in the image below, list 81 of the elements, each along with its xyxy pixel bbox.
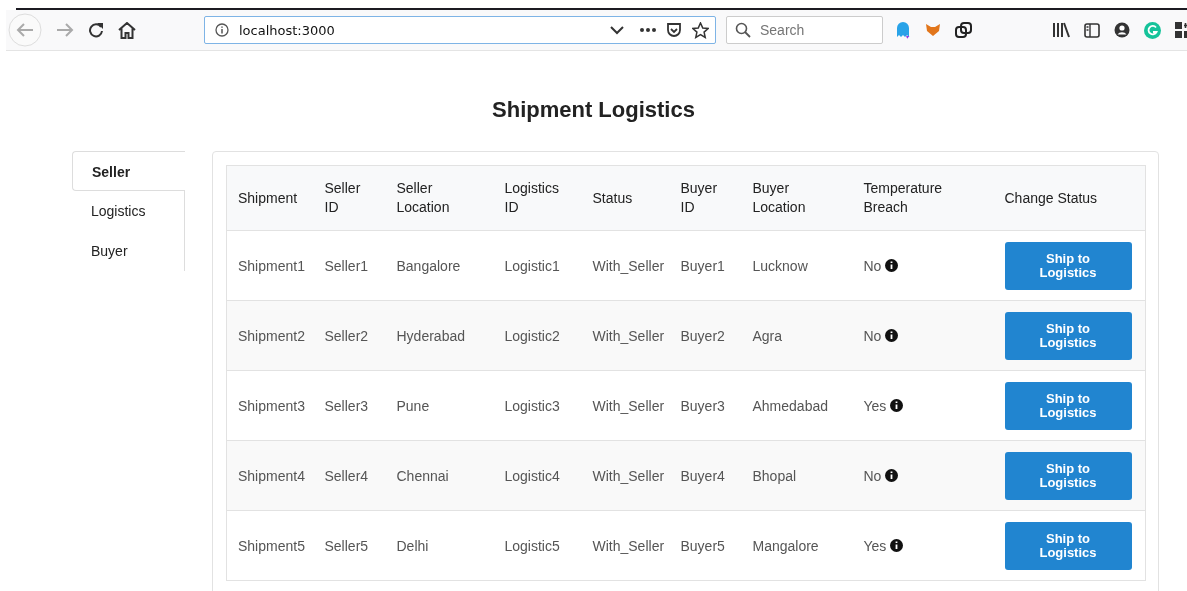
table-cell: Mangalore [752,537,819,554]
sidebar-icon[interactable] [1084,22,1100,38]
column-header: Seller ID [324,180,361,215]
column-header: Buyer ID [680,180,718,215]
apps-icon[interactable] [1175,21,1187,39]
address-bar[interactable]: localhost:3000 [204,16,716,44]
fox-icon[interactable] [925,23,941,37]
page-title: Shipment Logistics [491,97,696,123]
table-cell: Yes [863,397,887,414]
table-cell: No [863,467,882,484]
pocket-icon[interactable] [666,22,682,38]
column-header: Change Status [1004,189,1098,206]
table-cell: Bangalore [396,257,461,274]
chevron-down-icon[interactable] [610,25,624,35]
library-icon[interactable] [1052,22,1070,38]
table-cell: With_Seller [592,537,665,554]
table-cell: Logistic2 [504,327,560,344]
ship-button[interactable]: Ship to Logistics [1004,241,1132,290]
reload-icon[interactable] [88,22,104,38]
table-cell: Ahmedabad [752,397,828,414]
table-cell: Shipment5 [238,537,305,554]
table-cell: Seller2 [324,327,369,344]
table-cell: Delhi [396,537,429,554]
table-cell: Seller5 [324,537,369,554]
ship-button[interactable]: Ship to Logistics [1004,521,1132,570]
table-cell: With_Seller [592,257,665,274]
table-cell: Logistic4 [504,467,560,484]
table-cell: With_Seller [592,467,665,484]
table-cell: Shipment2 [238,327,305,344]
info-icon[interactable] [890,538,904,552]
sidebar-tab[interactable]: Seller [72,151,185,191]
sidebar-tab[interactable]: Buyer [72,231,184,271]
link-icon[interactable] [955,22,973,38]
table-cell: Buyer4 [680,467,725,484]
column-header: Temperature Breach [863,180,943,215]
table-cell: Logistic3 [504,397,560,414]
table-cell: No [863,257,882,274]
table-cell: Chennai [396,467,449,484]
table-cell: Logistic5 [504,537,560,554]
table-cell: Buyer3 [680,397,725,414]
table-cell: Seller3 [324,397,369,414]
table-cell: Agra [752,327,783,344]
column-header: Buyer Location [752,180,806,215]
table-cell: Buyer2 [680,327,725,344]
ship-button[interactable]: Ship to Logistics [1004,451,1132,500]
more-icon[interactable] [640,28,656,32]
ship-button[interactable]: Ship to Logistics [1004,311,1132,360]
star-icon[interactable] [692,21,709,39]
table-cell: Logistic1 [504,257,560,274]
column-header: Seller Location [396,180,450,215]
table-cell: Yes [863,537,887,554]
table-cell: Bhopal [752,467,797,484]
info-icon[interactable] [885,468,899,482]
table-cell: Shipment4 [238,467,305,484]
table-cell: Shipment1 [238,257,305,274]
table-cell: Seller1 [324,257,369,274]
column-header: Logistics ID [504,180,559,215]
table-cell: Pune [396,397,430,414]
column-header: Shipment [238,189,298,206]
table-cell: Seller4 [324,467,369,484]
info-icon[interactable] [885,328,899,342]
table-cell: Hyderabad [396,327,465,344]
table-cell: Buyer1 [680,257,725,274]
home-icon[interactable] [118,21,136,39]
account-icon[interactable] [1114,22,1130,38]
ship-button[interactable]: Ship to Logistics [1004,381,1132,430]
table-cell: Lucknow [752,257,808,274]
table-cell: No [863,327,882,344]
url-text: localhost:3000 [239,22,336,38]
table-cell: With_Seller [592,397,665,414]
table-cell: With_Seller [592,327,665,344]
search-icon [735,22,751,38]
search-field[interactable]: Search [726,16,883,44]
column-header: Status [592,189,633,206]
info-icon[interactable] [890,398,904,412]
info-icon [215,23,229,37]
ghost-icon[interactable] [895,21,911,39]
table-cell: Shipment3 [238,397,305,414]
table-cell: Buyer5 [680,537,725,554]
info-icon[interactable] [885,258,899,272]
sidebar-tab[interactable]: Logistics [72,191,184,231]
